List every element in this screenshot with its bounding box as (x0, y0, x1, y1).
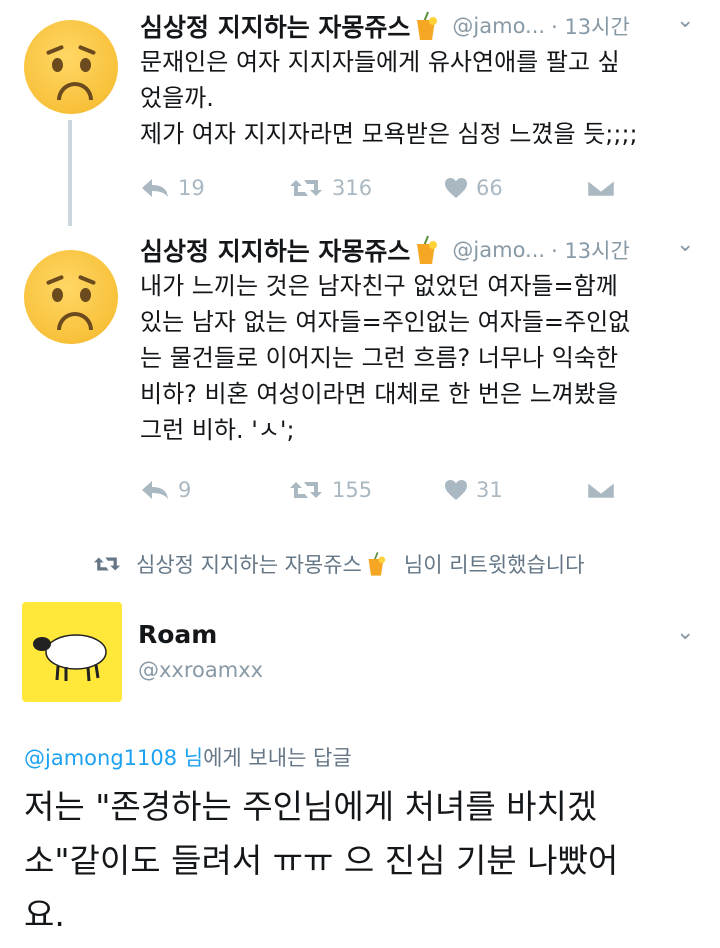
tweet-text-line: 었을까. (140, 84, 214, 112)
worried-face-avatar[interactable] (24, 250, 118, 344)
reply-text-line: 요. (24, 895, 65, 934)
avatar-eye (80, 288, 91, 302)
reply-count: 19 (178, 176, 205, 200)
avatar-mouth (57, 82, 93, 100)
reply-to-mention[interactable]: @jamong1108 (24, 746, 177, 770)
reply-text-line: 소"같이도 들려서 ㅠㅠ 으 진심 기분 나빴어 (24, 841, 619, 880)
retweeter-name[interactable]: 심상정 지지하는 자몽쥬스 (136, 549, 362, 579)
reply-to-line: @jamong1108 님에게 보내는 답글 (24, 742, 352, 772)
avatar-brow (77, 44, 97, 56)
reply-button[interactable]: 9 (140, 478, 191, 502)
reply-text-line: 저는 "존경하는 주인님에게 처녀를 바치겠 (24, 787, 598, 826)
retweet-banner-suffix: 님이 리트윗했습니다 (403, 553, 585, 577)
tweet-header: 심상정 지지하는 자몽쥬스 @jamo... · 13시간 (140, 232, 630, 268)
avatar-eye (52, 58, 63, 72)
reply-button[interactable]: 19 (140, 176, 205, 200)
avatar-brow (77, 274, 97, 286)
author-handle[interactable]: @xxroamxx (138, 658, 263, 682)
author-name[interactable]: Roam (138, 620, 217, 649)
author-handle[interactable]: @jamo... (452, 14, 545, 38)
retweet-button[interactable]: 316 (288, 176, 372, 200)
chevron-down-icon[interactable]: ⌄ (676, 232, 694, 257)
tweet-text-line: 비하? 비혼 여성이라면 대체로 한 번은 느껴봤을 (140, 380, 619, 408)
tweet-text: 문재인은 여자 지지자들에게 유사연애를 팔고 싶 었을까. 제가 여자 지지자… (140, 44, 700, 152)
reply-count: 9 (178, 478, 192, 502)
like-button[interactable]: 66 (444, 176, 503, 200)
dm-button[interactable] (586, 178, 616, 198)
sheep-icon (33, 634, 107, 682)
avatar-mouth (57, 312, 93, 330)
avatar-brow (45, 44, 65, 56)
like-button[interactable]: 31 (444, 478, 503, 502)
worried-face-avatar[interactable] (24, 20, 118, 114)
tweet-time[interactable]: · 13시간 (551, 11, 630, 41)
reply-icon (142, 179, 168, 197)
author-handle[interactable]: @jamo... (452, 238, 545, 262)
like-count: 31 (476, 478, 503, 502)
juice-emoji-icon (417, 235, 438, 264)
juice-emoji-icon (417, 11, 438, 40)
dm-icon (586, 178, 616, 198)
sheep-avatar[interactable] (22, 602, 122, 702)
retweet-icon (93, 557, 121, 571)
tweet-text-line: 내가 느끼는 것은 남자친구 없었던 여자들=함께 (140, 272, 618, 300)
avatar-brow (45, 274, 65, 286)
like-count: 66 (476, 176, 503, 200)
author-name[interactable]: 심상정 지지하는 자몽쥬스 (140, 232, 410, 268)
retweet-icon (290, 482, 322, 498)
thread-connector-line (68, 120, 72, 226)
tweet-text-line: 있는 남자 없는 여자들=주인없는 여자들=주인없 (140, 308, 631, 336)
tweet-text-line: 는 물건들로 이어지는 그런 흐름? 너무나 익숙한 (140, 344, 619, 372)
tweet-text-line: 문재인은 여자 지지자들에게 유사연애를 팔고 싶 (140, 48, 620, 76)
chevron-down-icon[interactable]: ⌄ (676, 620, 694, 645)
like-icon (445, 480, 467, 500)
juice-emoji-icon (368, 552, 386, 576)
tweet-text-line: 그런 비하. 'ㅅ'; (140, 416, 295, 444)
avatar-eye (80, 58, 91, 72)
reply-to-suffix: 에게 보내는 답글 (203, 746, 352, 770)
retweet-banner: 심상정 지지하는 자몽쥬스 님이 리트윗했습니다 (92, 549, 584, 579)
tweet-text: 내가 느끼는 것은 남자친구 없었던 여자들=함께 있는 남자 없는 여자들=주… (140, 268, 700, 448)
dm-button[interactable] (586, 480, 616, 500)
retweet-icon (290, 180, 322, 196)
avatar-eye (52, 288, 63, 302)
retweet-button[interactable]: 155 (288, 478, 372, 502)
chevron-down-icon[interactable]: ⌄ (676, 8, 694, 33)
reply-text: 저는 "존경하는 주인님에게 처녀를 바치겠 소"같이도 들려서 ㅠㅠ 으 진심… (24, 780, 704, 942)
tweet-time[interactable]: · 13시간 (551, 235, 630, 265)
reply-icon (142, 481, 168, 499)
author-name[interactable]: 심상정 지지하는 자몽쥬스 (140, 8, 410, 44)
reply-to-suffix-link[interactable]: 님 (184, 746, 203, 770)
tweet-text-line: 제가 여자 지지자라면 모욕받은 심정 느꼈을 듯;;;; (140, 120, 638, 148)
retweet-count: 316 (332, 176, 373, 200)
like-icon (445, 178, 467, 198)
dm-icon (586, 480, 616, 500)
retweet-count: 155 (332, 478, 373, 502)
tweet-header: 심상정 지지하는 자몽쥬스 @jamo... · 13시간 (140, 8, 630, 44)
